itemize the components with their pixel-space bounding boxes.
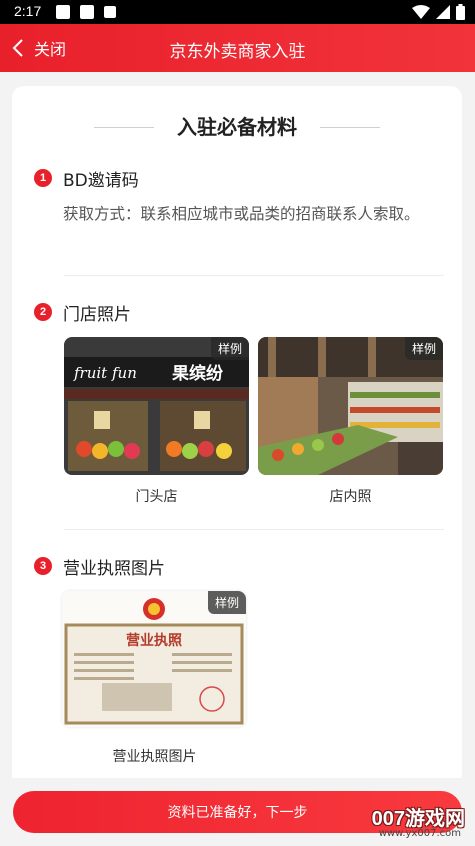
notification-icon — [56, 5, 70, 19]
step-number-badge: 3 — [34, 557, 52, 575]
section-header: 入驻必备材料 — [12, 112, 462, 142]
status-time: 2:17 — [14, 3, 42, 19]
step-title-store-photos: 门店照片 — [63, 305, 131, 325]
notification-icon — [80, 5, 94, 19]
signal-icon — [436, 5, 450, 19]
watermark: 007游戏网 www.yx007.com — [357, 802, 467, 842]
step-title-bd-code: BD邀请码 — [63, 171, 139, 191]
step-title-business-license: 营业执照图片 — [63, 559, 165, 579]
bottom-bar: 资料已准备好，下一步 007游戏网 www.yx007.com — [0, 778, 475, 846]
interior-sample-photo[interactable]: 样例 — [258, 337, 443, 475]
battery-icon — [456, 4, 465, 20]
divider-line — [320, 127, 380, 128]
page-title: 京东外卖商家入驻 — [169, 42, 306, 62]
photo-caption-storefront: 门头店 — [135, 489, 178, 505]
watermark-brand: 007游戏网 — [371, 808, 465, 830]
section-title: 入驻必备材料 — [177, 115, 297, 139]
status-bar: 2:17 — [0, 0, 475, 24]
wifi-icon — [412, 5, 430, 19]
step-number-badge: 1 — [34, 169, 52, 187]
divider — [64, 529, 444, 530]
divider-line — [94, 127, 154, 128]
divider — [64, 275, 444, 276]
sign-left-text: fruit fun — [73, 364, 137, 382]
photo-caption-interior: 店内照 — [329, 489, 372, 505]
title-bar: 关闭 京东外卖商家入驻 — [0, 24, 475, 72]
photo-caption-business-license: 营业执照图片 — [112, 749, 197, 765]
step-description: 获取方式：联系相应城市或品类的招商联系人索取。 — [63, 205, 420, 223]
license-heading: 营业执照 — [126, 632, 182, 649]
sign-right-text: 果缤纷 — [172, 363, 224, 384]
step-number-badge: 2 — [34, 303, 52, 321]
storefront-sample-photo[interactable]: fruit fun 果缤纷 样例 — [64, 337, 249, 475]
business-license-sample-photo[interactable]: 营业执照 样例 — [62, 591, 246, 727]
sample-badge: 样例 — [207, 591, 246, 614]
notification-icon — [104, 6, 116, 18]
sample-badge: 样例 — [404, 337, 443, 360]
sample-badge: 样例 — [210, 337, 249, 360]
materials-card: 入驻必备材料 1 BD邀请码 获取方式：联系相应城市或品类的招商联系人索取。 2… — [12, 86, 462, 786]
watermark-url: www.yx007.com — [378, 828, 461, 839]
